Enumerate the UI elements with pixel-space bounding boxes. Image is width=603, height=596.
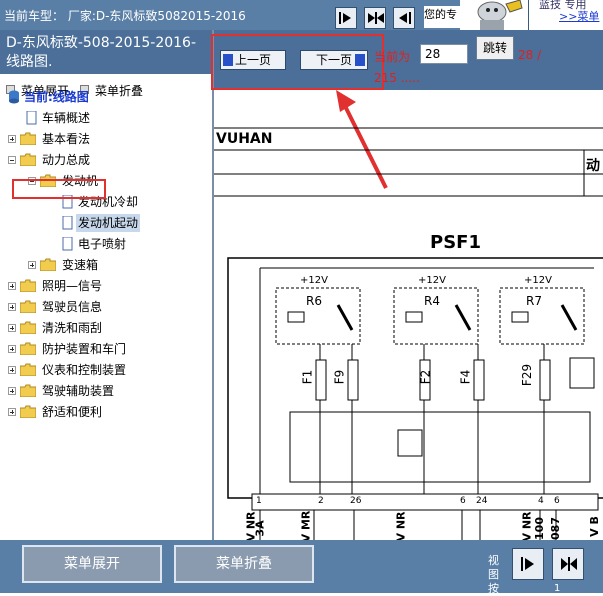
wire-label: V NR <box>394 511 408 542</box>
expand-toggle-icon[interactable] <box>28 261 36 269</box>
fuse-label: F9 <box>332 369 347 385</box>
page-number-input[interactable] <box>420 44 468 64</box>
database-icon <box>9 90 19 104</box>
diagram-header-text: VUHAN <box>216 131 273 147</box>
pin-label: 4 <box>538 496 544 506</box>
relay-label: R4 <box>424 294 440 308</box>
small-page-number: 1 <box>554 583 561 594</box>
tree-item-label: 照明—信号 <box>42 279 103 293</box>
relay-label: R6 <box>306 294 322 308</box>
folder-icon <box>20 405 36 418</box>
pin-label: 26 <box>350 496 362 506</box>
mascot-icon <box>460 0 530 30</box>
tree-item-label: 电子喷射 <box>78 237 127 251</box>
tree-item-label: 清洗和雨刮 <box>42 321 103 335</box>
split-arrows-icon <box>368 12 384 24</box>
split-view-button[interactable] <box>364 7 386 29</box>
arrow-right-icon <box>339 12 351 24</box>
tree-item-label: 车辆概述 <box>42 111 91 125</box>
expand-toggle-icon[interactable] <box>8 387 16 395</box>
welcome-text: 您的专 <box>424 6 460 28</box>
folder-icon <box>20 279 36 292</box>
fuse-label: F29 <box>520 363 535 387</box>
collapse-panel-button[interactable] <box>393 7 415 29</box>
current-page-label: 当前为 <box>374 50 411 64</box>
expand-toggle-icon[interactable] <box>8 408 16 416</box>
fuse-label: F4 <box>458 369 473 385</box>
top-right-links: 蓝技 专用 >>菜单 <box>528 0 603 30</box>
arrow-left-icon <box>399 12 411 24</box>
highlight-box <box>12 179 106 199</box>
collapse-toggle-icon[interactable] <box>8 156 16 164</box>
total-pages: 215 ..... <box>374 71 420 85</box>
tree-item-label: 仪表和控制装置 <box>42 363 127 377</box>
wire-label: V MR <box>299 510 313 543</box>
pin-label: 6 <box>554 496 560 506</box>
view-label: 视图按 <box>488 554 499 595</box>
menu-link[interactable]: >>菜单 <box>559 8 599 24</box>
folder-icon <box>40 258 56 271</box>
tree-item-label: 防护装置和车门 <box>42 342 127 356</box>
nav-tree: 当前:线路图 车辆概述 基本看法 动力总成 发动机 发动机冷却 发动机起动 电子… <box>0 88 212 508</box>
folder-icon <box>20 363 36 376</box>
folder-icon <box>20 384 36 397</box>
tree-current-label: 当前:线路图 <box>24 90 89 104</box>
expand-panel-button[interactable] <box>335 7 357 29</box>
pin-label: 24 <box>476 496 488 506</box>
document-icon <box>26 111 37 125</box>
folder-icon <box>20 321 36 334</box>
page-count: 28 / <box>518 48 542 62</box>
view-split-button[interactable] <box>552 548 584 580</box>
folder-open-icon <box>20 153 36 166</box>
expand-toggle-icon[interactable] <box>8 135 16 143</box>
expand-toggle-icon[interactable] <box>8 324 16 332</box>
folder-icon <box>20 342 36 355</box>
diagram-title: PSF1 <box>430 232 481 253</box>
expand-toggle-icon[interactable] <box>8 303 16 311</box>
voltage-label: +12V <box>524 275 552 286</box>
fuse-label: F1 <box>300 369 315 385</box>
bottom-collapse-button[interactable]: 菜单折叠 <box>174 545 314 583</box>
wire-label: 3A <box>253 520 267 537</box>
wire-label: V B <box>587 516 601 537</box>
tree-item-label: 驾驶员信息 <box>42 300 103 314</box>
expand-toggle-icon[interactable] <box>8 366 16 374</box>
document-icon <box>62 216 73 230</box>
voltage-label: +12V <box>418 275 446 286</box>
view-right-button[interactable] <box>512 548 544 580</box>
tree-item-label: 变速箱 <box>62 258 99 272</box>
current-model-label: 当前车型： 厂家:D-东风标致5082015-2016 <box>4 9 246 23</box>
document-icon <box>62 237 73 251</box>
wire-label: 087 <box>548 517 562 540</box>
document-title: D-东风标致-508-2015-2016- 线路图. <box>0 30 212 74</box>
relay-label: R7 <box>526 294 542 308</box>
tree-item-label: 动力总成 <box>42 153 91 167</box>
wiring-diagram <box>214 127 603 540</box>
tree-item-label: 驾驶辅助装置 <box>42 384 115 398</box>
wire-label: V NR <box>520 511 534 542</box>
expand-toggle-icon[interactable] <box>8 282 16 290</box>
fuse-label: F2 <box>418 369 433 385</box>
folder-icon <box>20 300 36 313</box>
split-arrows-icon <box>561 557 577 571</box>
tree-item-label: 发动机起动 <box>76 214 141 232</box>
arrow-right-icon <box>521 557 534 571</box>
wire-label: 100 <box>532 517 546 540</box>
pin-label: 1 <box>256 496 262 506</box>
pin-label: 2 <box>318 496 324 506</box>
tree-item-label: 舒适和便利 <box>42 405 103 419</box>
diagram-cell-text: 动 <box>586 158 600 174</box>
bottom-expand-button[interactable]: 菜单展开 <box>22 545 162 583</box>
voltage-label: +12V <box>300 275 328 286</box>
jump-button[interactable]: 跳转 <box>476 36 514 60</box>
tree-item-label: 基本看法 <box>42 132 91 146</box>
folder-icon <box>20 132 36 145</box>
highlight-box <box>211 34 384 90</box>
expand-toggle-icon[interactable] <box>8 345 16 353</box>
pin-label: 6 <box>460 496 466 506</box>
